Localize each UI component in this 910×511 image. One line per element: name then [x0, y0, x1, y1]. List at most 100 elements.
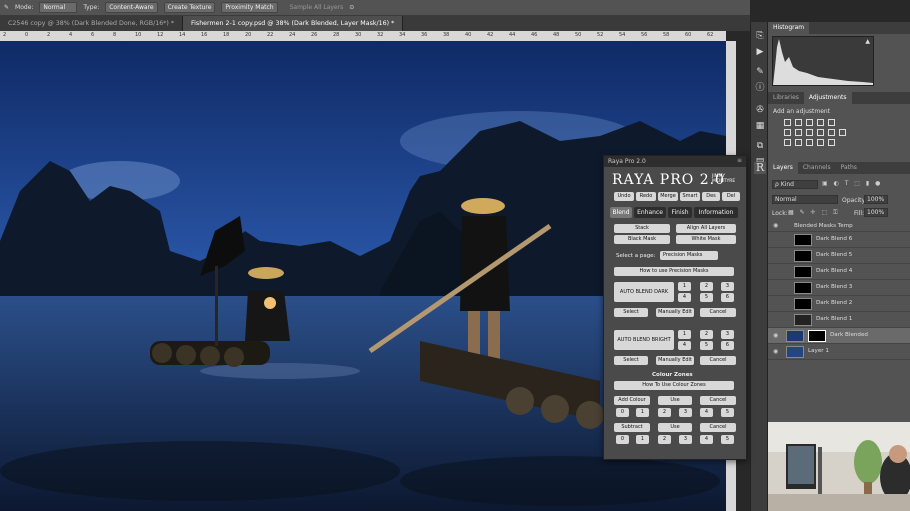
lookup-icon[interactable] [839, 129, 846, 136]
layer-row[interactable]: Dark Blend 6 [768, 232, 910, 248]
dark-num-5[interactable]: 5 [700, 293, 713, 302]
invert-icon[interactable] [784, 139, 791, 146]
color-balance-icon[interactable] [795, 129, 802, 136]
add-zone-3[interactable]: 3 [679, 408, 692, 417]
select-page-dropdown[interactable]: Precision Masks [660, 251, 718, 260]
bright-num-3[interactable]: 3 [721, 330, 734, 339]
clone-icon[interactable]: ✇ [754, 104, 766, 116]
dark-num-4[interactable]: 4 [678, 293, 691, 302]
pressure-icon[interactable]: ⊙ [349, 4, 354, 11]
cancel-bright-button[interactable]: Cancel [700, 356, 736, 365]
add-colour-button[interactable]: Add Colour [614, 396, 650, 405]
threshold-icon[interactable] [806, 139, 813, 146]
gradient-map-icon[interactable] [817, 139, 824, 146]
panel-menu-icon[interactable]: ≡ [737, 157, 742, 164]
layer-kind-filter[interactable]: ρ Kind [772, 180, 818, 189]
layer-row[interactable]: Dark Blend 3 [768, 280, 910, 296]
cancel-dark-button[interactable]: Cancel [700, 308, 736, 317]
tool-icon[interactable]: ✎ [4, 4, 9, 11]
white-mask-button[interactable]: White Mask [676, 235, 736, 244]
use-add-button[interactable]: Use [658, 396, 692, 405]
layer-group-row[interactable]: ◉ Blended Masks Temp [768, 220, 910, 232]
del-button[interactable]: Del [722, 192, 740, 201]
bright-num-1[interactable]: 1 [678, 330, 691, 339]
add-zone-2[interactable]: 2 [658, 408, 671, 417]
vibrance-icon[interactable] [828, 119, 835, 126]
add-zone-0[interactable]: 0 [616, 408, 629, 417]
add-zone-1[interactable]: 1 [636, 408, 649, 417]
bw-icon[interactable] [806, 129, 813, 136]
lock-icons[interactable]: ▦ ✎ ✛ ⬚ ⚿ [788, 209, 840, 217]
eye-icon[interactable]: ◉ [773, 332, 778, 339]
info-icon[interactable]: ⓘ [754, 82, 766, 94]
tab-layers[interactable]: Layers [768, 162, 798, 174]
eye-icon[interactable]: ◉ [773, 348, 778, 355]
sub-zone-1[interactable]: 1 [636, 435, 649, 444]
manually-edit-dark-button[interactable]: Manually Edit [656, 308, 694, 317]
grid-icon[interactable]: ▦ [754, 120, 766, 132]
sub-zone-3[interactable]: 3 [679, 435, 692, 444]
history-icon[interactable]: ⎘ [754, 30, 766, 42]
layer-mask-thumbnail[interactable] [808, 330, 826, 342]
tab-information[interactable]: Information [694, 207, 738, 218]
select-bright-button[interactable]: Select [614, 356, 648, 365]
sub-zone-5[interactable]: 5 [721, 435, 734, 444]
layer-row[interactable]: Dark Blend 2 [768, 296, 910, 312]
how-precision-button[interactable]: How to use Precision Masks [614, 267, 734, 276]
tab-channels[interactable]: Channels [798, 162, 836, 174]
cancel-add-button[interactable]: Cancel [700, 396, 736, 405]
create-texture-button[interactable]: Create Texture [163, 2, 216, 13]
black-mask-button[interactable]: Black Mask [614, 235, 670, 244]
add-zone-4[interactable]: 4 [700, 408, 713, 417]
blend-mode-select[interactable]: Normal [772, 195, 838, 204]
tab-adjustments[interactable]: Adjustments [803, 92, 852, 104]
merge-button[interactable]: Merge [658, 192, 678, 201]
layer-filter-icons[interactable]: ▣ ◐ T ⬚ ▮ ● [822, 180, 882, 187]
bright-num-6[interactable]: 6 [721, 341, 734, 350]
play-icon[interactable]: ▶ [754, 46, 766, 58]
layer-row[interactable]: Dark Blend 4 [768, 264, 910, 280]
tab-libraries[interactable]: Libraries [768, 92, 804, 104]
stack-button[interactable]: Stack [614, 224, 670, 233]
layer-row[interactable]: Dark Blend 1 [768, 312, 910, 328]
fill-field[interactable]: 100% [864, 208, 888, 217]
layer-row-selected[interactable]: ◉ Dark Blended [768, 328, 910, 344]
tab-c2546[interactable]: C2546 copy @ 38% (Dark Blended Done, RGB… [0, 16, 183, 31]
smart-button[interactable]: Smart [680, 192, 700, 201]
des-button[interactable]: Des [702, 192, 720, 201]
proximity-match-button[interactable]: Proximity Match [221, 2, 278, 13]
exposure-icon[interactable] [817, 119, 824, 126]
add-zone-5[interactable]: 5 [721, 408, 734, 417]
sub-zone-0[interactable]: 0 [616, 435, 629, 444]
bright-num-4[interactable]: 4 [678, 341, 691, 350]
channel-mixer-icon[interactable] [828, 129, 835, 136]
subtract-button[interactable]: Subtract [614, 423, 650, 432]
raya-panel-icon[interactable]: R [754, 162, 766, 174]
how-colour-zones-button[interactable]: How To Use Colour Zones [614, 381, 734, 390]
posterize-icon[interactable] [795, 139, 802, 146]
dark-num-2[interactable]: 2 [700, 282, 713, 291]
sub-zone-4[interactable]: 4 [700, 435, 713, 444]
redo-button[interactable]: Redo [636, 192, 656, 201]
manually-edit-bright-button[interactable]: Manually Edit [656, 356, 694, 365]
brightness-icon[interactable] [784, 119, 791, 126]
use-subtract-button[interactable]: Use [658, 423, 692, 432]
content-aware-button[interactable]: Content-Aware [105, 2, 158, 13]
layer-row[interactable]: ◉ Layer 1 [768, 344, 910, 360]
tab-finish[interactable]: Finish [668, 207, 692, 218]
brush-icon[interactable]: ✎ [754, 66, 766, 78]
layer-row[interactable]: Dark Blend 5 [768, 248, 910, 264]
sub-zone-2[interactable]: 2 [658, 435, 671, 444]
tab-enhance[interactable]: Enhance [634, 207, 666, 218]
photo-filter-icon[interactable] [817, 129, 824, 136]
align-all-button[interactable]: Align All Layers [676, 224, 736, 233]
properties-icon[interactable]: ⧉ [754, 140, 766, 152]
tab-fishermen[interactable]: Fishermen 2-1 copy.psd @ 38% (Dark Blend… [183, 16, 404, 31]
dark-num-3[interactable]: 3 [721, 282, 734, 291]
select-dark-button[interactable]: Select [614, 308, 648, 317]
levels-icon[interactable] [795, 119, 802, 126]
tab-histogram[interactable]: Histogram [768, 22, 810, 34]
dark-num-1[interactable]: 1 [678, 282, 691, 291]
dark-num-6[interactable]: 6 [721, 293, 734, 302]
tab-blend[interactable]: Blend [610, 207, 632, 218]
